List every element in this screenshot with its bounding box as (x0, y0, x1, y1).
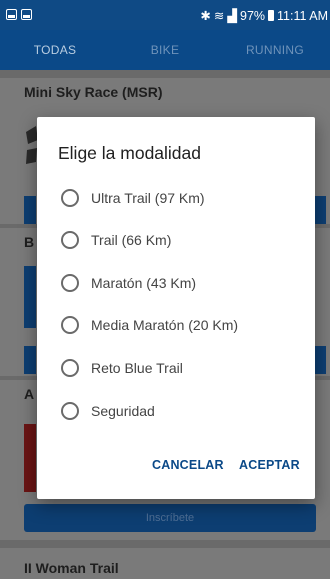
option-media-maraton[interactable]: Media Maratón (20 Km) (61, 310, 301, 340)
battery-percent: 97% (240, 8, 266, 23)
inscribete-button[interactable] (24, 196, 36, 224)
notification-icons (6, 9, 32, 20)
accept-button[interactable]: ACEPTAR (239, 458, 300, 472)
race-title: Mini Sky Race (MSR) (24, 84, 163, 100)
system-icons: ✱ ≋ ▟ 97% 11:11 AM (200, 8, 328, 24)
option-label: Ultra Trail (97 Km) (91, 190, 205, 206)
option-reto-blue-trail[interactable]: Reto Blue Trail (61, 353, 301, 383)
radio-icon[interactable] (61, 359, 79, 377)
race-title: A (24, 386, 35, 402)
gallery-icon (21, 9, 32, 20)
radio-icon[interactable] (61, 189, 79, 207)
option-seguridad[interactable]: Seguridad (61, 396, 301, 426)
inscribete-button[interactable] (24, 346, 36, 374)
race-title: II Woman Trail (24, 560, 119, 576)
radio-icon[interactable] (61, 402, 79, 420)
tab-running[interactable]: RUNNING (220, 30, 330, 70)
tab-bike[interactable]: BIKE (110, 30, 220, 70)
clock: 11:11 AM (277, 8, 328, 23)
inscribete-button-edge (314, 196, 326, 224)
race-logo-icon (24, 266, 36, 328)
option-label: Seguridad (91, 403, 155, 419)
signal-icon: ▟ (227, 9, 237, 23)
radio-icon[interactable] (61, 274, 79, 292)
race-card[interactable]: II Woman Trail (0, 548, 330, 579)
screenshot-icon (6, 9, 17, 20)
option-trail[interactable]: Trail (66 Km) (61, 225, 301, 255)
inscribete-button-edge (314, 346, 326, 374)
status-bar: ✱ ≋ ▟ 97% 11:11 AM (0, 0, 330, 30)
tab-bar: TODAS BIKE RUNNING (0, 30, 330, 70)
dialog-title: Elige la modalidad (58, 143, 202, 163)
radio-icon[interactable] (61, 316, 79, 334)
race-logo-icon (24, 424, 36, 492)
tab-todas[interactable]: TODAS (0, 30, 110, 70)
option-label: Media Maratón (20 Km) (91, 317, 239, 333)
bluetooth-icon: ✱ (200, 9, 211, 23)
option-label: Maratón (43 Km) (91, 275, 197, 291)
option-ultra-trail[interactable]: Ultra Trail (97 Km) (61, 183, 301, 213)
wifi-icon: ≋ (213, 9, 225, 23)
cancel-button[interactable]: CANCELAR (152, 458, 224, 472)
option-maraton[interactable]: Maratón (43 Km) (61, 268, 301, 298)
option-label: Trail (66 Km) (91, 232, 172, 248)
race-title: B (24, 234, 35, 250)
battery-icon (268, 10, 275, 21)
radio-icon[interactable] (61, 231, 79, 249)
option-label: Reto Blue Trail (91, 360, 183, 376)
modality-dialog: Elige la modalidad Ultra Trail (97 Km) T… (37, 117, 315, 499)
inscribete-button[interactable]: Inscríbete (24, 504, 316, 532)
